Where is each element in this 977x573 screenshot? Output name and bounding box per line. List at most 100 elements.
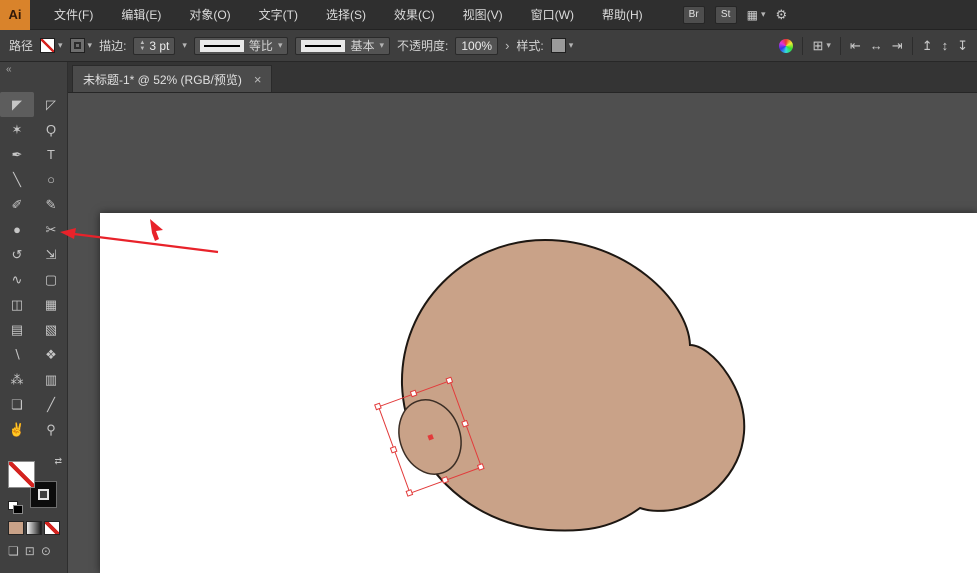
- align-middle-icon[interactable]: ↕: [942, 38, 949, 53]
- ellipse-tool[interactable]: ○: [34, 167, 68, 192]
- pencil-tool[interactable]: ✎: [34, 192, 68, 217]
- brush-definition-dropdown[interactable]: 基本 ▾: [295, 37, 390, 55]
- brush-preview-icon: [301, 40, 345, 52]
- stepper-arrows-icon[interactable]: ▲ ▼: [139, 40, 145, 52]
- selection-handle[interactable]: [446, 377, 452, 383]
- menu-type[interactable]: 文字(T): [245, 0, 312, 30]
- zoom-tool[interactable]: ⚲: [34, 417, 68, 442]
- magic-wand-tool[interactable]: ✶: [0, 117, 34, 142]
- stroke-weight-dropdown-icon[interactable]: ▾: [182, 40, 187, 51]
- canvas[interactable]: [68, 93, 977, 573]
- column-graph-tool[interactable]: ▥: [34, 367, 68, 392]
- close-icon[interactable]: ×: [254, 72, 262, 87]
- draw-normal-icon[interactable]: ❏: [8, 544, 19, 558]
- bridge-button[interactable]: Br: [683, 6, 705, 24]
- align-top-icon[interactable]: ↥: [922, 38, 933, 54]
- selection-handle[interactable]: [442, 477, 448, 483]
- mesh-tool[interactable]: ▤: [0, 317, 34, 342]
- blob-brush-tool[interactable]: ●: [0, 217, 34, 242]
- fill-color-button[interactable]: [8, 521, 24, 535]
- fill-color-dropdown[interactable]: ▾: [40, 38, 63, 53]
- blob-brush-tool-icon: ●: [13, 222, 21, 237]
- menu-window[interactable]: 窗口(W): [517, 0, 588, 30]
- lasso-tool[interactable]: Ϙ: [34, 117, 68, 142]
- column-graph-tool-icon: ▥: [45, 372, 57, 388]
- graphic-style-dropdown[interactable]: ▾: [551, 38, 574, 53]
- blob-shape[interactable]: [402, 240, 744, 531]
- default-fill-stroke-icon[interactable]: [8, 501, 22, 513]
- menu-help[interactable]: 帮助(H): [588, 0, 657, 30]
- app-logo-text: Ai: [9, 7, 22, 22]
- toolbar-collapse-button[interactable]: «: [0, 62, 67, 78]
- menu-edit[interactable]: 编辑(E): [107, 0, 175, 30]
- transform-menu[interactable]: ⊞ ▾: [812, 38, 830, 54]
- menu-file[interactable]: 文件(F): [40, 0, 107, 30]
- stroke-profile-dropdown[interactable]: 等比 ▾: [194, 37, 289, 55]
- scissors-tool[interactable]: ✂: [34, 217, 68, 242]
- stroke-color-dropdown[interactable]: ▾: [70, 38, 93, 53]
- fill-gradient-button[interactable]: [26, 521, 42, 535]
- draw-inside-icon[interactable]: ⊙: [41, 544, 51, 558]
- menu-effect[interactable]: 效果(C): [380, 0, 449, 30]
- artwork-layer: [68, 93, 977, 573]
- transform-icon: ⊞: [812, 38, 823, 54]
- artboard-tool-icon: ❏: [11, 397, 23, 413]
- width-tool[interactable]: ∿: [0, 267, 34, 292]
- paintbrush-tool[interactable]: ✐: [0, 192, 34, 217]
- document-tab-strip: 未标题-1* @ 52% (RGB/预览) ×: [68, 62, 977, 93]
- settings-icon[interactable]: ⚙: [776, 7, 788, 23]
- selection-handle[interactable]: [390, 446, 396, 452]
- selection-handle[interactable]: [462, 421, 468, 427]
- shape-builder-tool[interactable]: ◫: [0, 292, 34, 317]
- type-tool[interactable]: T: [34, 142, 68, 167]
- opacity-panel-arrow-icon[interactable]: ›: [505, 38, 509, 53]
- artboard-tool[interactable]: ❏: [0, 392, 34, 417]
- scale-tool[interactable]: ⇲: [34, 242, 68, 267]
- perspective-grid-tool[interactable]: ▦: [34, 292, 68, 317]
- align-right-icon[interactable]: ⇥: [892, 38, 903, 54]
- workspace-switcher[interactable]: ▦ ▾: [747, 8, 766, 22]
- free-transform-tool[interactable]: ▢: [34, 267, 68, 292]
- illustrator-window: Ai 文件(F) 编辑(E) 对象(O) 文字(T) 选择(S) 效果(C) 视…: [0, 0, 977, 573]
- swap-fill-stroke-icon[interactable]: ⇄: [54, 456, 62, 467]
- line-segment-tool[interactable]: ╲: [0, 167, 34, 192]
- stepper-down-icon[interactable]: ▼: [139, 46, 145, 52]
- menu-view[interactable]: 视图(V): [449, 0, 517, 30]
- menu-object[interactable]: 对象(O): [175, 0, 244, 30]
- hand-tool[interactable]: ✌: [0, 417, 34, 442]
- draw-behind-icon[interactable]: ⊡: [25, 544, 35, 558]
- selection-handle[interactable]: [410, 390, 416, 396]
- selection-handle[interactable]: [406, 490, 412, 496]
- fill-swatch[interactable]: [8, 461, 35, 488]
- menu-select[interactable]: 选择(S): [312, 0, 380, 30]
- rotate-tool[interactable]: ↺: [0, 242, 34, 267]
- stroke-profile-value: 等比: [249, 37, 273, 54]
- lasso-tool-icon: Ϙ: [46, 122, 56, 137]
- align-left-icon[interactable]: ⇤: [850, 38, 861, 54]
- opacity-value: 100%: [461, 39, 492, 53]
- eyedropper-tool[interactable]: ∖: [0, 342, 34, 367]
- blend-tool[interactable]: ❖: [34, 342, 68, 367]
- recolor-artwork-icon[interactable]: [779, 39, 793, 53]
- symbol-sprayer-tool[interactable]: ⁂: [0, 367, 34, 392]
- stock-button[interactable]: St: [715, 6, 737, 24]
- selection-handle[interactable]: [375, 403, 381, 409]
- stroke-weight-stepper[interactable]: ▲ ▼ 3 pt: [133, 37, 175, 55]
- document-tab-title: 未标题-1* @ 52% (RGB/预览): [83, 71, 242, 88]
- width-tool-icon: ∿: [12, 272, 23, 288]
- selection-context-label: 路径: [9, 37, 33, 54]
- selection-tool[interactable]: ◤: [0, 92, 34, 117]
- pencil-tool-icon: ✎: [46, 197, 57, 213]
- slice-tool[interactable]: ╱: [34, 392, 68, 417]
- align-center-icon[interactable]: ↔: [870, 38, 883, 53]
- document-tab[interactable]: 未标题-1* @ 52% (RGB/预览) ×: [72, 65, 272, 92]
- selection-handle[interactable]: [478, 464, 484, 470]
- fill-none-button[interactable]: [44, 521, 60, 535]
- direct-selection-tool[interactable]: ◸: [34, 92, 68, 117]
- gradient-tool[interactable]: ▧: [34, 317, 68, 342]
- slice-tool-icon: ╱: [47, 397, 55, 413]
- pen-tool[interactable]: ✒: [0, 142, 34, 167]
- align-bottom-icon[interactable]: ↧: [957, 38, 968, 54]
- control-bar: 路径 ▾ ▾ 描边: ▲ ▼ 3 pt ▾ 等比 ▾ 基本 ▾ 不: [0, 30, 977, 62]
- opacity-input[interactable]: 100%: [455, 37, 498, 55]
